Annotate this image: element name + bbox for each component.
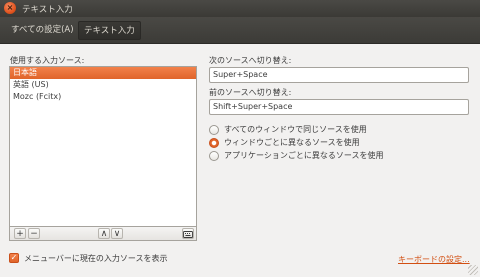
list-item[interactable]: 英語 (US) [10, 79, 196, 91]
radio-label: すべてのウィンドウで同じソースを使用 [224, 125, 367, 134]
move-up-button[interactable]: ∧ [98, 228, 110, 239]
breadcrumb-current[interactable]: テキスト入力 [78, 21, 141, 40]
next-source-label: 次のソースへ切り替え: [209, 56, 292, 65]
radio-label: ウィンドウごとに異なるソースを使用 [224, 138, 360, 147]
move-down-button[interactable]: ∨ [111, 228, 123, 239]
show-in-menubar-label: メニューバーに現在の入力ソースを表示 [24, 254, 168, 263]
radio-button[interactable] [209, 138, 219, 148]
remove-source-button[interactable]: − [28, 228, 40, 239]
radio-button[interactable] [209, 151, 219, 161]
title-bar: × テキスト入力 [0, 0, 480, 17]
resize-grip[interactable] [468, 265, 478, 275]
window-title: テキスト入力 [22, 5, 73, 15]
list-toolbar: + − ∧ ∨ [9, 226, 197, 241]
prev-source-label: 前のソースへ切り替え: [209, 88, 292, 97]
keyboard-settings-link[interactable]: キーボードの設定... [398, 254, 470, 265]
radio-label: アプリケーションごとに異なるソースを使用 [224, 151, 384, 160]
close-icon[interactable]: × [4, 2, 16, 14]
next-source-shortcut[interactable]: Super+Space [209, 67, 469, 83]
list-item[interactable]: Mozc (Fcitx) [10, 91, 196, 103]
input-sources-label: 使用する入力ソース: [10, 56, 85, 65]
list-item[interactable]: 日本語 [10, 67, 196, 79]
all-settings-button[interactable]: すべての設定(A) [6, 21, 79, 40]
input-source-list: 日本語 英語 (US) Mozc (Fcitx) [9, 66, 197, 226]
toolbar: すべての設定(A) テキスト入力 [0, 17, 480, 44]
show-in-menubar-checkbox[interactable]: ✓ [9, 253, 19, 263]
prev-source-shortcut[interactable]: Shift+Super+Space [209, 99, 469, 115]
radio-button[interactable] [209, 125, 219, 135]
keyboard-icon[interactable] [182, 228, 194, 239]
add-source-button[interactable]: + [14, 228, 26, 239]
